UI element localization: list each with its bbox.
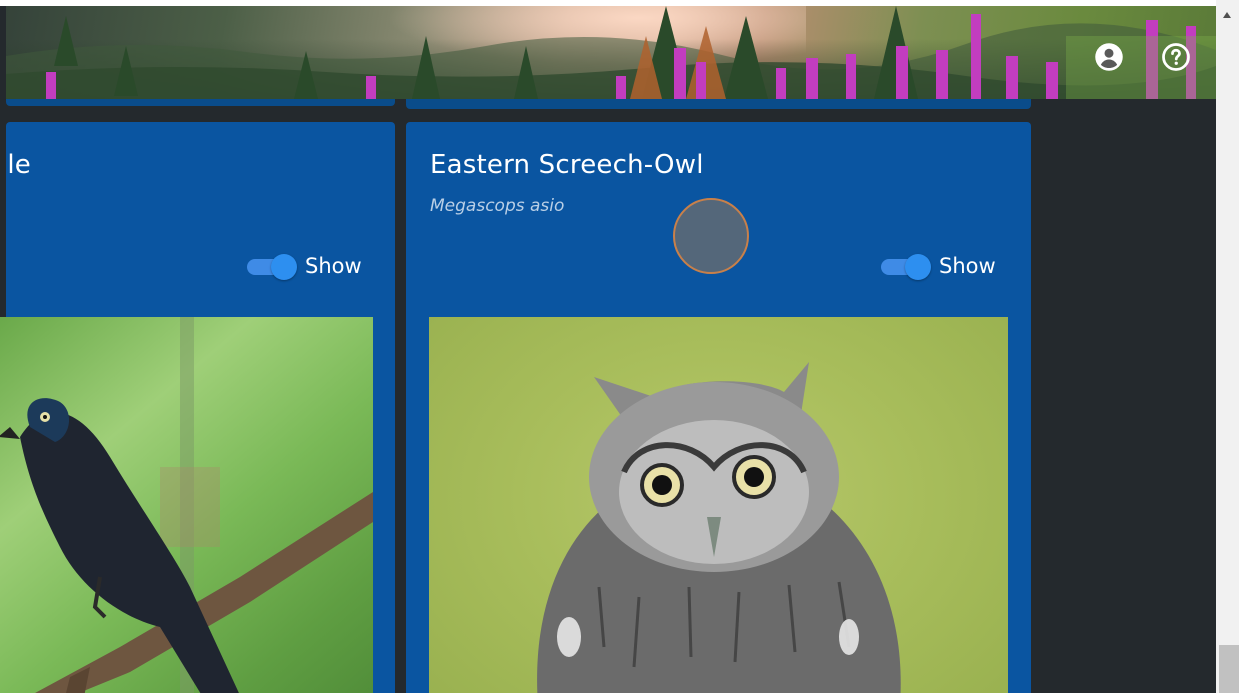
bird-card-grackle: le Show	[0, 122, 395, 693]
help-circle-icon[interactable]	[1161, 42, 1191, 72]
card-top-edge-left	[6, 99, 395, 106]
scrollbar-thumb[interactable]	[1219, 645, 1239, 693]
vertical-scrollbar[interactable]	[1216, 0, 1239, 693]
card-subtitle-scientific-name: Megascops asio	[430, 196, 565, 216]
card-title: Eastern Screech-Owl	[430, 150, 704, 180]
toggle-switch[interactable]	[881, 253, 931, 280]
show-toggle[interactable]: Show	[247, 253, 362, 280]
toggle-switch[interactable]	[247, 253, 297, 280]
toggle-label: Show	[939, 254, 996, 278]
card-top-edge-right	[406, 99, 1031, 109]
show-toggle[interactable]: Show	[881, 253, 996, 280]
header-banner	[6, 6, 1216, 99]
cursor-indicator	[673, 198, 749, 274]
scroll-up-arrow-icon[interactable]	[1223, 12, 1231, 18]
card-title: le	[7, 150, 31, 180]
account-circle-icon[interactable]	[1094, 42, 1124, 72]
screech-owl-photo	[429, 317, 1008, 693]
page-viewport: le Show Eastern Screech-Owl Megascops as…	[0, 0, 1216, 693]
toggle-label: Show	[305, 254, 362, 278]
grackle-photo	[0, 317, 373, 693]
banner-landscape-art	[6, 6, 1216, 99]
